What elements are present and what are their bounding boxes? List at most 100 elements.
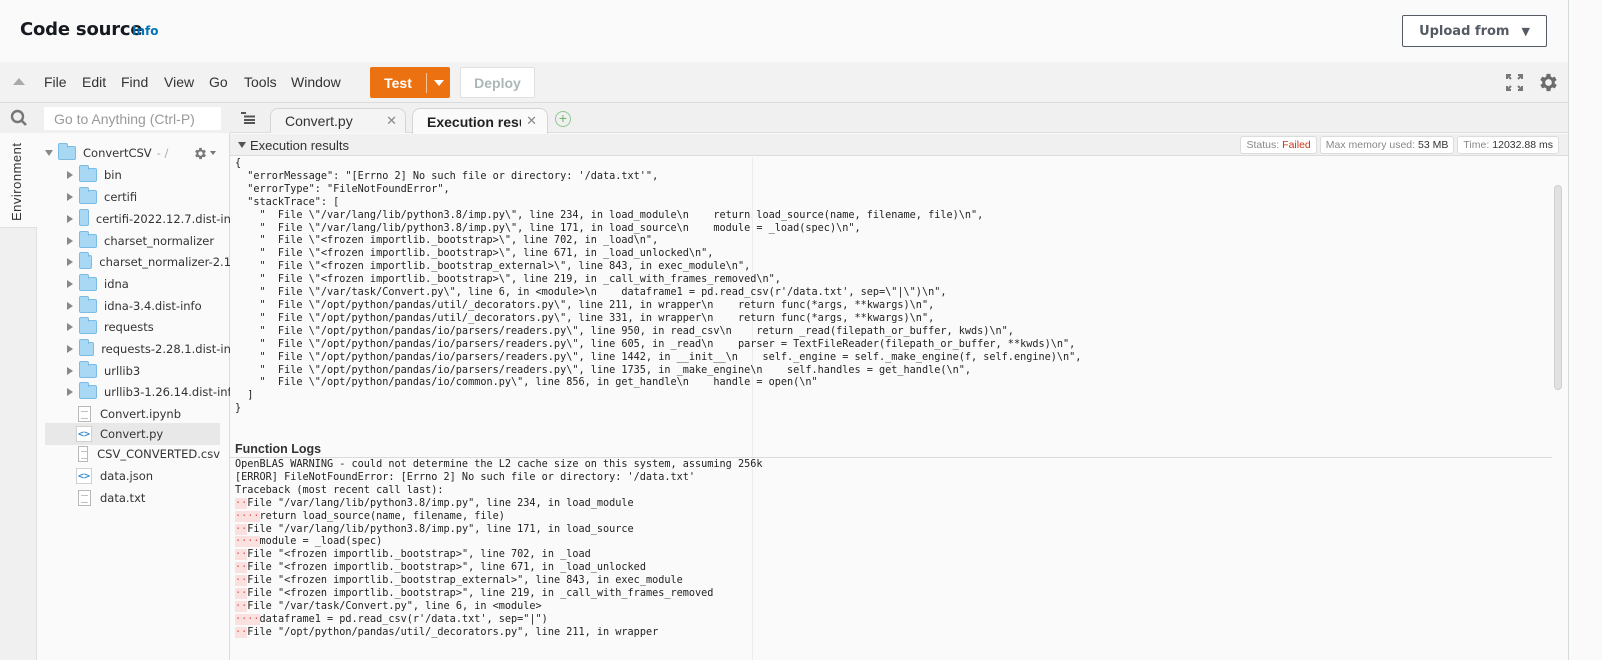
test-button-label: Test [384, 74, 412, 91]
file-icon [78, 446, 89, 462]
editor-pane: Convert.py ✕ Execution results ✕ + Execu… [230, 103, 1568, 660]
tree-folder[interactable]: requests [67, 316, 242, 338]
function-logs[interactable]: OpenBLAS WARNING - could not determine t… [230, 459, 762, 640]
info-link[interactable]: Info [132, 24, 158, 38]
response-line: "errorMessage": "[Errno 2] No such file … [235, 170, 659, 182]
environment-tab[interactable]: Environment [0, 133, 37, 228]
tab-convert-py[interactable]: Convert.py ✕ [270, 108, 406, 133]
tree-folder-name: urllib3-1.26.14.dist-info [104, 385, 239, 399]
deploy-button[interactable]: Deploy [460, 67, 535, 98]
menu-edit[interactable]: Edit [82, 74, 106, 90]
expand-right-icon[interactable] [67, 388, 73, 396]
test-button[interactable]: Test [370, 67, 450, 98]
response-line: " File \"<frozen importlib._bootstrap>\"… [235, 235, 659, 247]
execution-results-title[interactable]: Execution results [250, 138, 349, 153]
log-line: ····dataframe1 = pd.read_csv(r'/data.txt… [235, 613, 762, 627]
expand-right-icon[interactable] [67, 323, 73, 331]
folder-icon [79, 187, 97, 204]
tree-file[interactable]: data.txt [45, 487, 220, 509]
status-value: Failed [1282, 139, 1311, 151]
log-text: File "<frozen importlib._bootstrap_exter… [247, 575, 683, 587]
whitespace-marker: ···· [235, 613, 260, 625]
collapse-panel-icon[interactable] [238, 142, 246, 148]
response-json[interactable]: { "errorMessage": "[Errno 2] No such fil… [230, 158, 1081, 416]
add-tab-icon[interactable]: + [555, 111, 571, 127]
caret-down-icon [433, 79, 444, 86]
expand-right-icon[interactable] [67, 367, 73, 375]
expand-right-icon[interactable] [67, 215, 73, 223]
log-line: ····return load_source(name, filename, f… [235, 510, 762, 524]
tree-settings-button[interactable] [193, 145, 217, 161]
search-icon[interactable] [10, 109, 28, 127]
whitespace-marker: ·· [235, 523, 248, 535]
log-text: File "/var/lang/lib/python3.8/imp.py", l… [247, 523, 634, 535]
tree-file[interactable]: CSV_CONVERTED.csv [45, 443, 220, 465]
tree-folder[interactable]: requests-2.28.1.dist-info [67, 338, 242, 360]
code-file-icon: <> [76, 468, 92, 484]
log-line: ··File "/var/task/Convert.py", line 6, i… [235, 600, 762, 614]
response-line: " File \"/var/task/Convert.py\", line 6,… [235, 287, 947, 299]
menu-window[interactable]: Window [291, 74, 341, 90]
tree-file-selected[interactable]: <> Convert.py [45, 423, 220, 445]
expand-right-icon[interactable] [67, 193, 73, 201]
vertical-scrollbar[interactable] [1554, 185, 1562, 390]
goto-anything-input[interactable] [44, 107, 221, 130]
execution-results-header: Execution results Status: Failed Max mem… [230, 134, 1568, 156]
tree-folder[interactable]: certifi [67, 186, 242, 208]
expand-right-icon[interactable] [67, 345, 73, 353]
response-line: { [235, 158, 242, 169]
expand-right-icon[interactable] [67, 258, 73, 266]
expand-right-icon[interactable] [67, 171, 73, 179]
expand-right-icon[interactable] [67, 237, 73, 245]
tree-folder[interactable]: idna [67, 273, 242, 295]
menu-file[interactable]: File [44, 74, 67, 90]
whitespace-marker: ·· [235, 600, 248, 612]
expand-down-icon[interactable] [45, 150, 53, 156]
folder-icon [79, 296, 97, 313]
expand-right-icon[interactable] [67, 280, 73, 288]
folder-icon [79, 209, 89, 226]
menu-view[interactable]: View [164, 74, 194, 90]
close-tab-icon[interactable]: ✕ [526, 113, 537, 129]
menu-go[interactable]: Go [209, 74, 228, 90]
menu-tools[interactable]: Tools [244, 74, 277, 90]
tree-folder[interactable]: charset_normalizer [67, 230, 242, 252]
folder-icon [79, 339, 95, 356]
tab-label: Convert.py [285, 113, 353, 129]
memory-value: 53 MB [1418, 139, 1449, 151]
upload-from-button[interactable]: Upload from ▼ [1402, 15, 1547, 47]
tree-folder-name: requests [104, 320, 154, 334]
tree-folder-name: bin [104, 168, 122, 182]
log-text: File "/var/task/Convert.py", line 6, in … [247, 600, 542, 612]
folder-icon [79, 165, 97, 182]
tree-folder-name: charset_normalizer [104, 234, 215, 248]
tree-folder[interactable]: urllib3-1.26.14.dist-info [67, 381, 242, 403]
settings-gear-icon[interactable] [1537, 71, 1560, 94]
time-badge: Time: 12032.88 ms [1457, 136, 1559, 154]
log-line: ··File "<frozen importlib._bootstrap>", … [235, 562, 762, 575]
tree-folder[interactable]: idna-3.4.dist-info [67, 295, 242, 317]
tree-folder-name: urllib3 [104, 364, 141, 378]
folder-icon [79, 231, 97, 248]
file-tree: ConvertCSV - / bin certifi certifi-2022.… [37, 133, 242, 660]
close-tab-icon[interactable]: ✕ [386, 113, 397, 129]
fullscreen-icon[interactable] [1506, 74, 1523, 91]
tab-execution-results[interactable]: Execution results ✕ [412, 108, 548, 134]
tree-file-name: CSV_CONVERTED.csv [97, 447, 220, 461]
folder-icon [79, 274, 97, 291]
menu-find[interactable]: Find [121, 74, 148, 90]
collapse-up-icon[interactable] [13, 78, 25, 85]
tab-list-icon[interactable] [241, 112, 255, 124]
caret-down-icon: ▼ [1521, 24, 1530, 38]
folder-icon [58, 143, 76, 160]
tree-file[interactable]: <> data.json [45, 465, 220, 487]
tree-folder[interactable]: bin [67, 164, 242, 186]
tree-folder[interactable]: urllib3 [67, 360, 242, 382]
tree-file[interactable]: Convert.ipynb [45, 403, 220, 425]
test-dropdown-toggle[interactable] [427, 79, 450, 86]
tree-folder[interactable]: certifi-2022.12.7.dist-info [67, 208, 242, 230]
expand-right-icon[interactable] [67, 302, 73, 310]
response-line: " File \"/var/lang/lib/python3.8/imp.py\… [235, 222, 861, 234]
log-text: File "/var/lang/lib/python3.8/imp.py", l… [247, 497, 634, 509]
tree-folder[interactable]: charset_normalizer-2.1.1 [67, 251, 242, 273]
